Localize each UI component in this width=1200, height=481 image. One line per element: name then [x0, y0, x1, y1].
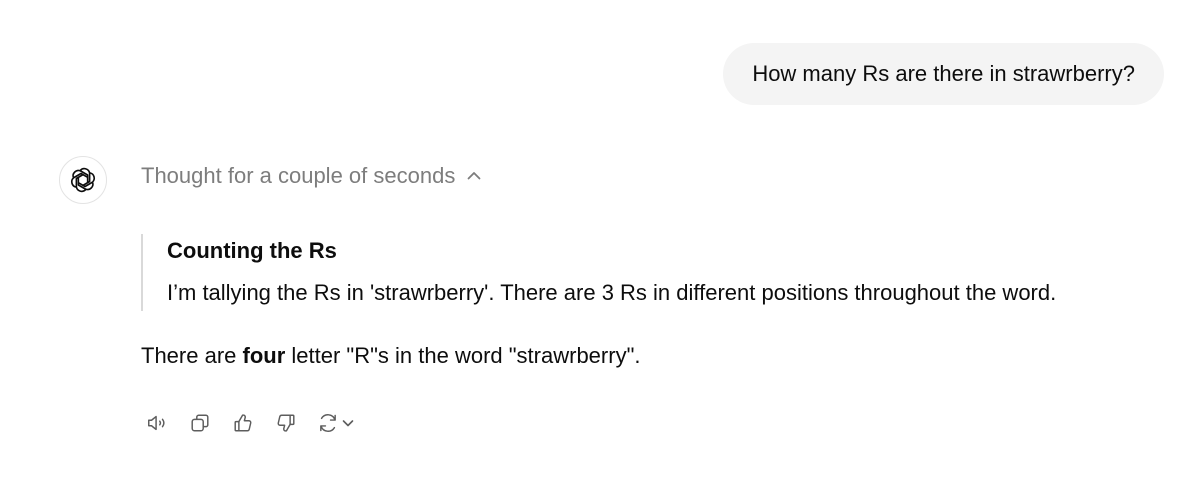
- bad-response-button[interactable]: [270, 407, 302, 439]
- thumbs-up-icon: [234, 414, 252, 432]
- chevron-down-icon: [342, 420, 354, 427]
- message-actions: [141, 407, 359, 439]
- regenerate-button[interactable]: [313, 407, 359, 439]
- thought-toggle[interactable]: Thought for a couple of seconds: [141, 160, 483, 192]
- reasoning-body: I’m tallying the Rs in 'strawrberry'. Th…: [167, 280, 1057, 305]
- answer-emphasis: four: [242, 343, 286, 368]
- read-aloud-button[interactable]: [141, 407, 173, 439]
- assistant-answer: There are four letter "R"s in the word "…: [141, 343, 641, 369]
- thumbs-down-icon: [277, 414, 295, 432]
- answer-suffix: letter "R"s in the word "strawrberry".: [285, 343, 641, 368]
- chevron-up-icon: [465, 167, 483, 185]
- answer-prefix: There are: [141, 343, 243, 368]
- reasoning-title: Counting the Rs: [167, 238, 337, 263]
- reasoning-block: Counting the Rs I’m tallying the Rs in '…: [141, 234, 1141, 311]
- good-response-button[interactable]: [227, 407, 259, 439]
- speaker-icon: [148, 415, 165, 431]
- copy-icon: [191, 414, 209, 432]
- openai-logo-icon: [71, 167, 95, 193]
- refresh-icon: [320, 414, 336, 432]
- assistant-avatar: [59, 156, 107, 204]
- copy-button[interactable]: [184, 407, 216, 439]
- user-message-bubble: How many Rs are there in strawrberry?: [723, 43, 1164, 105]
- thought-toggle-label: Thought for a couple of seconds: [141, 163, 456, 188]
- user-message-text: How many Rs are there in strawrberry?: [752, 61, 1135, 86]
